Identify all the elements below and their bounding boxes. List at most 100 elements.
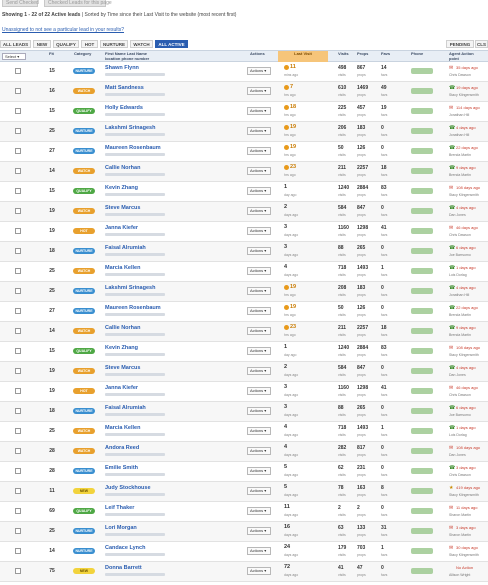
tab-qualify[interactable]: QUALIFY xyxy=(53,40,79,48)
actions-dropdown[interactable]: Actions ▾ xyxy=(247,267,271,275)
phone-number-blur xyxy=(411,168,433,174)
row-checkbox[interactable] xyxy=(15,448,21,454)
lead-name-link[interactable]: Maureen Rosenbaum xyxy=(105,145,161,151)
row-checkbox[interactable] xyxy=(15,508,21,514)
lead-name-link[interactable]: Holly Edwards xyxy=(105,105,143,111)
lead-name-link[interactable]: Andora Reed xyxy=(105,445,139,451)
actions-dropdown[interactable]: Actions ▾ xyxy=(247,327,271,335)
row-checkbox[interactable] xyxy=(15,388,21,394)
header-props[interactable]: Props xyxy=(357,51,371,62)
tab-nurture[interactable]: NURTURE xyxy=(100,40,128,48)
row-checkbox[interactable] xyxy=(15,428,21,434)
tab-hot[interactable]: HOT xyxy=(81,40,98,48)
actions-dropdown[interactable]: Actions ▾ xyxy=(247,187,271,195)
actions-dropdown[interactable]: Actions ▾ xyxy=(247,547,271,555)
lead-name-link[interactable]: Janna Kiefer xyxy=(105,225,138,231)
actions-dropdown[interactable]: Actions ▾ xyxy=(247,407,271,415)
lead-name-link[interactable]: Callie Norhan xyxy=(105,325,140,331)
tab-pending[interactable]: PENDING xyxy=(446,40,474,48)
header-last-visit[interactable]: Last Visit xyxy=(278,51,328,62)
row-checkbox[interactable] xyxy=(15,148,21,154)
tab-closed[interactable]: CLS xyxy=(475,40,488,48)
row-checkbox[interactable] xyxy=(15,568,21,574)
row-checkbox[interactable] xyxy=(15,408,21,414)
row-checkbox[interactable] xyxy=(15,348,21,354)
checked-leads-button[interactable]: Checked Leads for this page xyxy=(44,0,112,7)
tab-watch[interactable]: WATCH xyxy=(130,40,153,48)
lead-name-link[interactable]: Marcia Kellen xyxy=(105,265,140,271)
row-checkbox[interactable] xyxy=(15,188,21,194)
row-checkbox[interactable] xyxy=(15,528,21,534)
actions-dropdown[interactable]: Actions ▾ xyxy=(247,287,271,295)
row-checkbox[interactable] xyxy=(15,228,21,234)
lead-name-link[interactable]: Faisal Alrumiah xyxy=(105,245,146,251)
row-checkbox[interactable] xyxy=(15,488,21,494)
actions-dropdown[interactable]: Actions ▾ xyxy=(247,467,271,475)
lead-name-link[interactable]: Kevin Zhang xyxy=(105,345,138,351)
actions-dropdown[interactable]: Actions ▾ xyxy=(247,147,271,155)
tab-all-active[interactable]: ALL ACTIVE xyxy=(155,40,188,48)
lead-name-link[interactable]: Steve Marcus xyxy=(105,205,140,211)
actions-dropdown[interactable]: Actions ▾ xyxy=(247,207,271,215)
row-checkbox[interactable] xyxy=(15,328,21,334)
lead-name-link[interactable]: Candace Lynch xyxy=(105,545,145,551)
lead-name-link[interactable]: Leif Thaker xyxy=(105,505,134,511)
lead-name-link[interactable]: Lakshmi Srinagesh xyxy=(105,125,155,131)
row-checkbox[interactable] xyxy=(15,548,21,554)
row-checkbox[interactable] xyxy=(15,168,21,174)
row-checkbox[interactable] xyxy=(15,88,21,94)
header-category[interactable]: Category xyxy=(74,51,100,62)
lead-name-link[interactable]: Judy Stockhouse xyxy=(105,485,151,491)
header-name[interactable]: First Name Last Name location phone numb… xyxy=(105,51,160,62)
row-checkbox[interactable] xyxy=(15,368,21,374)
actions-dropdown[interactable]: Actions ▾ xyxy=(247,427,271,435)
lead-name-link[interactable]: Faisal Alrumiah xyxy=(105,405,146,411)
actions-dropdown[interactable]: Actions ▾ xyxy=(247,107,271,115)
lead-name-link[interactable]: Emilie Smith xyxy=(105,465,138,471)
lead-name-link[interactable]: Lori Morgan xyxy=(105,525,137,531)
lead-name-link[interactable]: Janna Kiefer xyxy=(105,385,138,391)
actions-dropdown[interactable]: Actions ▾ xyxy=(247,447,271,455)
header-favs[interactable]: Favs xyxy=(381,51,395,62)
actions-dropdown[interactable]: Actions ▾ xyxy=(247,367,271,375)
actions-dropdown[interactable]: Actions ▾ xyxy=(247,167,271,175)
actions-dropdown[interactable]: Actions ▾ xyxy=(247,87,271,95)
lead-name-link[interactable]: Steve Marcus xyxy=(105,365,140,371)
actions-dropdown[interactable]: Actions ▾ xyxy=(247,527,271,535)
select-dropdown[interactable]: Select ▾ xyxy=(2,53,26,60)
actions-dropdown[interactable]: Actions ▾ xyxy=(247,387,271,395)
actions-dropdown[interactable]: Actions ▾ xyxy=(247,487,271,495)
row-checkbox[interactable] xyxy=(15,248,21,254)
header-fit[interactable]: Fit xyxy=(49,51,61,62)
row-checkbox[interactable] xyxy=(15,208,21,214)
row-checkbox[interactable] xyxy=(15,308,21,314)
lead-name-link[interactable]: Kevin Zhang xyxy=(105,185,138,191)
row-checkbox[interactable] xyxy=(15,268,21,274)
row-checkbox[interactable] xyxy=(15,128,21,134)
lead-name-link[interactable]: Lakshmi Srinagesh xyxy=(105,285,155,291)
lead-name-link[interactable]: Donna Barrett xyxy=(105,565,142,571)
send-checked-button[interactable]: Send Checked xyxy=(2,0,39,7)
header-agent-action[interactable]: Agent Action point xyxy=(449,51,487,62)
row-checkbox[interactable] xyxy=(15,68,21,74)
header-visits[interactable]: Visits xyxy=(338,51,352,62)
row-checkbox[interactable] xyxy=(15,468,21,474)
actions-dropdown[interactable]: Actions ▾ xyxy=(247,507,271,515)
actions-dropdown[interactable]: Actions ▾ xyxy=(247,127,271,135)
actions-dropdown[interactable]: Actions ▾ xyxy=(247,567,271,575)
unassigned-help-link[interactable]: Unassigned to not see a particular lead … xyxy=(2,27,124,33)
actions-dropdown[interactable]: Actions ▾ xyxy=(247,67,271,75)
actions-dropdown[interactable]: Actions ▾ xyxy=(247,347,271,355)
tab-all-leads[interactable]: ALL LEADS xyxy=(0,40,31,48)
actions-dropdown[interactable]: Actions ▾ xyxy=(247,227,271,235)
actions-dropdown[interactable]: Actions ▾ xyxy=(247,247,271,255)
row-checkbox[interactable] xyxy=(15,288,21,294)
lead-name-link[interactable]: Shawn Flynn xyxy=(105,65,139,71)
lead-name-link[interactable]: Matt Sandness xyxy=(105,85,144,91)
lead-name-link[interactable]: Marcia Kellen xyxy=(105,425,140,431)
row-checkbox[interactable] xyxy=(15,108,21,114)
tab-new[interactable]: NEW xyxy=(33,40,51,48)
lead-name-link[interactable]: Maureen Rosenbaum xyxy=(105,305,161,311)
actions-dropdown[interactable]: Actions ▾ xyxy=(247,307,271,315)
lead-name-link[interactable]: Callie Norhan xyxy=(105,165,140,171)
